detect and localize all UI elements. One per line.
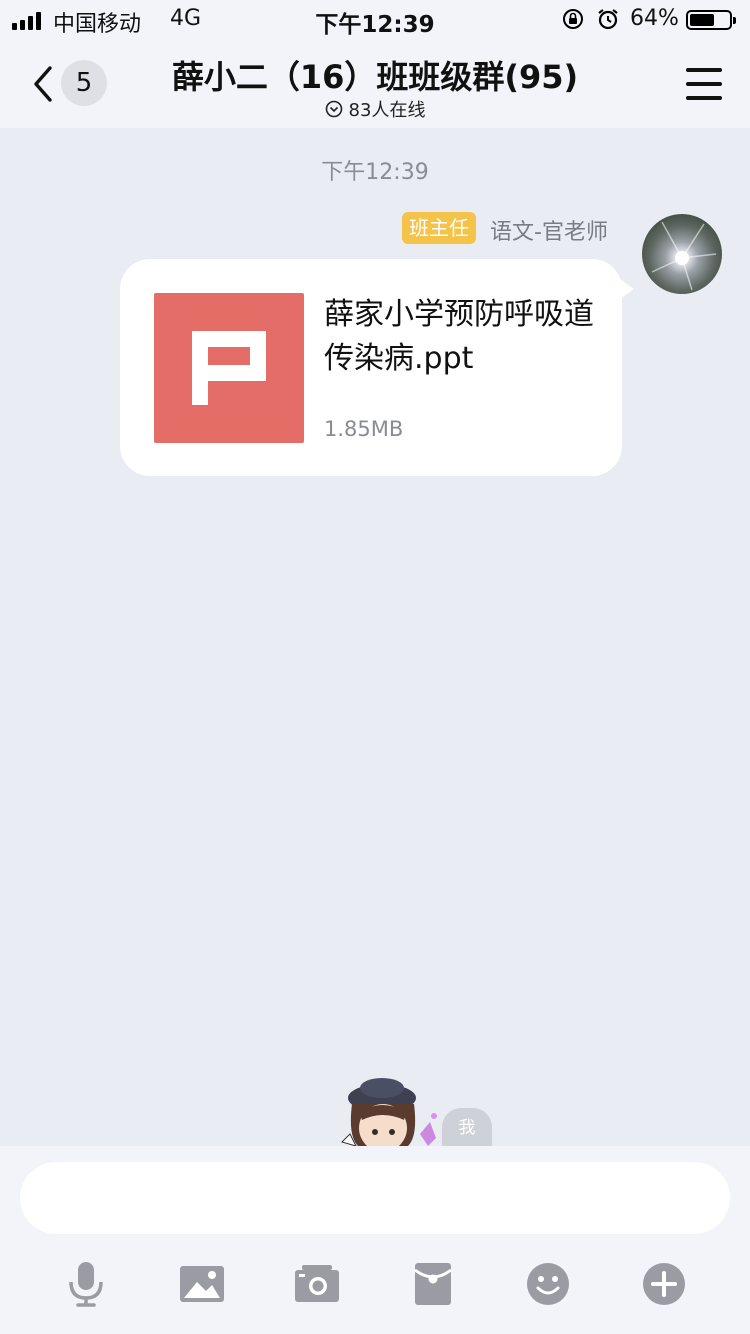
chat-header: 5 薛小二（16）班班级群(95) 83人在线 [0,40,750,128]
emoji-icon [527,1263,569,1305]
status-bar: 中国移动 4G 下午12:39 64% [0,0,750,40]
role-tag: 班主任 [402,212,476,244]
alarm-icon [598,9,618,30]
battery-icon [686,10,736,30]
camera-button[interactable] [293,1260,341,1308]
avatar-photo [651,221,717,291]
chevron-down-circle-icon [325,100,342,118]
chat-title[interactable]: 薛小二（16）班班级群(95) [0,52,750,98]
message-input[interactable] [20,1162,730,1234]
avatar[interactable] [642,214,722,294]
file-name: 薛家小学预防呼吸道传染病.ppt [324,297,594,376]
file-message-bubble[interactable]: 薛家小学预防呼吸道传染病.ppt 1.85MB [120,259,634,476]
girl-mascot-icon [341,1078,437,1152]
composer [0,1146,750,1334]
image-button[interactable] [178,1260,226,1308]
me-label: 我 [442,1108,492,1146]
online-count: 83人在线 [348,100,426,121]
ppt-file-icon [154,293,304,443]
red-packet-icon [414,1263,452,1305]
mascot-sticker[interactable]: 我 [338,1076,498,1152]
battery-percent: 64% [630,6,679,31]
sender-name[interactable]: 语文-官老师 [490,214,608,246]
online-status[interactable]: 83人在线 [0,96,750,122]
more-button[interactable] [640,1260,688,1308]
emoji-button[interactable] [524,1260,572,1308]
orientation-lock-icon [563,9,583,29]
menu-icon[interactable] [686,68,722,102]
camera-icon [295,1265,339,1302]
plus-icon [643,1263,685,1305]
red-packet-button[interactable] [409,1260,457,1308]
file-size: 1.85MB [324,417,404,441]
microphone-button[interactable] [62,1260,110,1308]
message-timestamp: 下午12:39 [321,160,429,185]
image-icon [180,1266,224,1302]
microphone-icon [69,1262,103,1307]
